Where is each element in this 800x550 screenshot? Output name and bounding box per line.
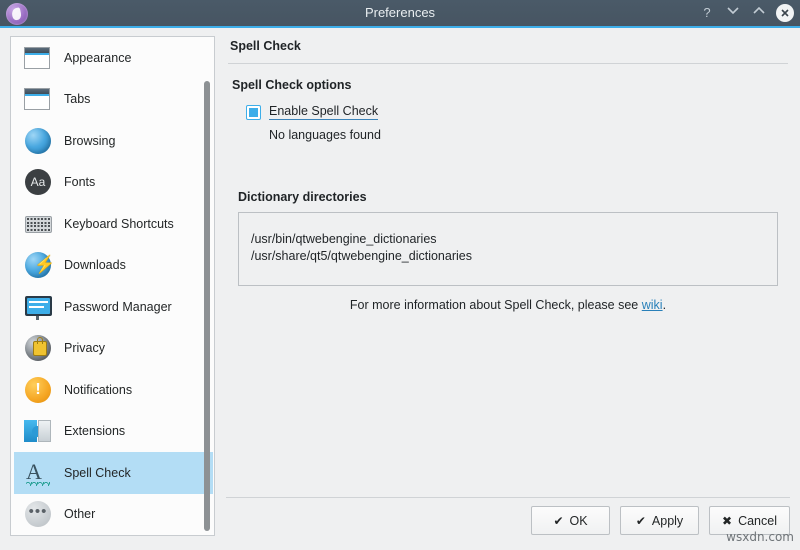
- enable-spell-check-checkbox[interactable]: [246, 105, 261, 120]
- ok-button-label: OK: [570, 514, 588, 528]
- page-title: Spell Check: [226, 36, 790, 53]
- dictionary-path-item: /usr/bin/qtwebengine_dictionaries: [251, 231, 777, 248]
- check-icon: ✔: [636, 514, 646, 528]
- sidebar-scrollbar-thumb[interactable]: [204, 81, 210, 531]
- sidebar-item-label: Extensions: [64, 424, 125, 438]
- apply-button[interactable]: ✔ Apply: [620, 506, 699, 535]
- sidebar-item-label: Fonts: [64, 175, 95, 189]
- sidebar-item-label: Notifications: [64, 383, 132, 397]
- window-title: Preferences: [0, 0, 800, 26]
- check-icon: ✔: [553, 514, 563, 528]
- alert-circle-icon: !: [24, 375, 54, 405]
- spell-check-info-line: For more information about Spell Check, …: [226, 298, 790, 312]
- sidebar-item-label: Password Manager: [64, 300, 172, 314]
- enable-spell-check-row[interactable]: Enable Spell Check: [246, 104, 790, 120]
- preferences-sidebar[interactable]: Appearance Tabs Browsing Aa Fonts Keyboa…: [10, 36, 215, 536]
- languages-status-text: No languages found: [269, 128, 790, 142]
- checkbox-fill: [249, 108, 258, 117]
- sidebar-item-keyboard-shortcuts[interactable]: Keyboard Shortcuts: [14, 203, 213, 245]
- wiki-link[interactable]: wiki: [642, 298, 663, 312]
- sidebar-item-spell-check[interactable]: A Spell Check: [14, 452, 213, 494]
- sidebar-item-tabs[interactable]: Tabs: [14, 79, 213, 121]
- spell-check-panel: Spell Check Spell Check options Enable S…: [226, 36, 790, 491]
- close-button[interactable]: [776, 4, 794, 22]
- sidebar-item-label: Tabs: [64, 92, 90, 106]
- sidebar-item-label: Other: [64, 507, 95, 521]
- sidebar-item-other[interactable]: ••• Other: [14, 494, 213, 536]
- apply-button-label: Apply: [652, 514, 683, 528]
- sidebar-list: Appearance Tabs Browsing Aa Fonts Keyboa…: [11, 37, 215, 535]
- sidebar-item-label: Appearance: [64, 51, 131, 65]
- dictionary-path-item: /usr/share/qt5/qtwebengine_dictionaries: [251, 248, 777, 265]
- info-suffix-text: .: [663, 298, 666, 312]
- ellipsis-circle-icon: •••: [24, 499, 54, 529]
- window-controls: ?: [698, 0, 794, 26]
- ok-button[interactable]: ✔ OK: [531, 506, 610, 535]
- help-button[interactable]: ?: [698, 4, 716, 22]
- globe-icon: [24, 126, 54, 156]
- enable-spell-check-label[interactable]: Enable Spell Check: [269, 104, 378, 120]
- sidebar-item-notifications[interactable]: ! Notifications: [14, 369, 213, 411]
- sidebar-item-label: Browsing: [64, 134, 115, 148]
- sidebar-item-password-manager[interactable]: Password Manager: [14, 286, 213, 328]
- sidebar-item-label: Spell Check: [64, 466, 131, 480]
- globe-download-icon: ⚡: [24, 250, 54, 280]
- sidebar-item-label: Keyboard Shortcuts: [64, 217, 174, 231]
- maximize-button[interactable]: [750, 4, 768, 22]
- dictionary-directories-group-title: Dictionary directories: [238, 190, 790, 204]
- cancel-button-label: Cancel: [738, 514, 777, 528]
- sidebar-item-privacy[interactable]: Privacy: [14, 328, 213, 370]
- window-tabs-icon: [24, 84, 54, 114]
- dictionary-directories-list[interactable]: /usr/bin/qtwebengine_dictionaries /usr/s…: [238, 212, 778, 286]
- sidebar-item-appearance[interactable]: Appearance: [14, 37, 213, 79]
- cross-icon: ✖: [722, 514, 732, 528]
- sidebar-item-downloads[interactable]: ⚡ Downloads: [14, 245, 213, 287]
- minimize-button[interactable]: [724, 4, 742, 22]
- sidebar-item-browsing[interactable]: Browsing: [14, 120, 213, 162]
- footer-separator: [226, 497, 790, 498]
- letter-a-squiggle-icon: A: [24, 458, 54, 488]
- puzzle-icon: [24, 416, 54, 446]
- spell-check-options-group-title: Spell Check options: [232, 78, 790, 92]
- info-prefix-text: For more information about Spell Check, …: [350, 298, 642, 312]
- watermark-text: wsxdn.com: [726, 530, 794, 544]
- sidebar-item-extensions[interactable]: Extensions: [14, 411, 213, 453]
- window-icon: [24, 43, 54, 73]
- sidebar-item-label: Privacy: [64, 341, 105, 355]
- font-aa-icon: Aa: [24, 167, 54, 197]
- monitor-form-icon: [24, 292, 54, 322]
- sidebar-item-fonts[interactable]: Aa Fonts: [14, 162, 213, 204]
- window-titlebar: Preferences ?: [0, 0, 800, 28]
- globe-lock-icon: [24, 333, 54, 363]
- keyboard-icon: [24, 209, 54, 239]
- title-separator: [228, 63, 788, 64]
- sidebar-item-label: Downloads: [64, 258, 126, 272]
